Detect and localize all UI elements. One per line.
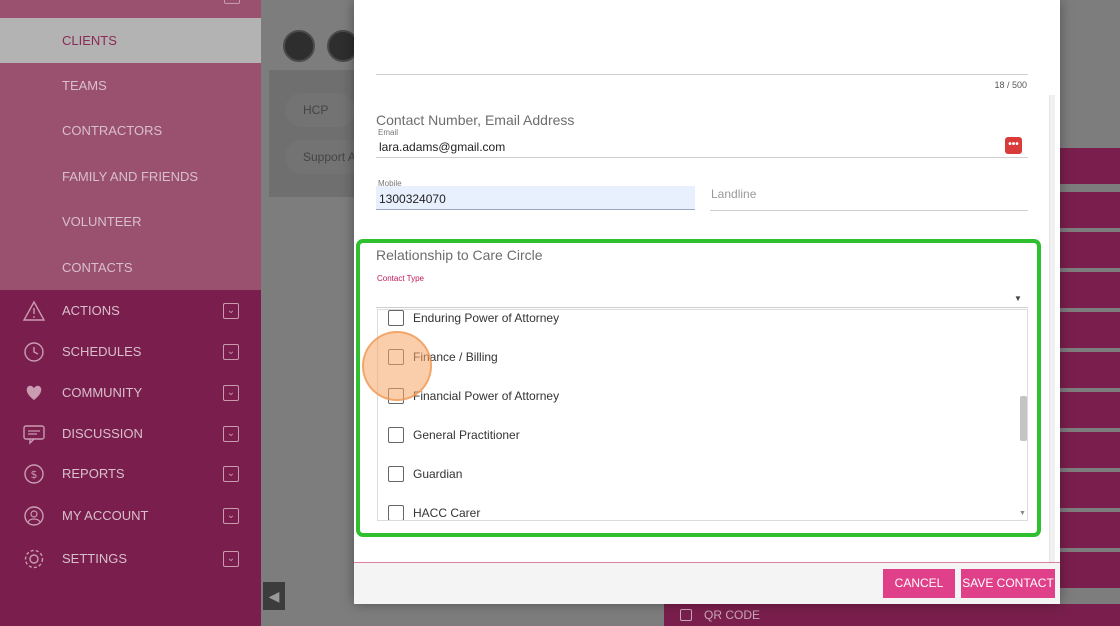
option-label: Finance / Billing [413,350,498,364]
modal-scrollbar[interactable] [1049,95,1055,565]
clients-submenu: CLIENTS TEAMS CONTRACTORS FAMILY AND FRI… [0,0,261,290]
email-label: Email [378,128,399,137]
password-manager-icon[interactable]: ••• [1005,137,1022,154]
background-row [1060,472,1120,508]
heart-hands-icon [22,382,46,404]
chevron-down-icon[interactable]: ⌄ [223,466,239,482]
option-enduring-power-of-attorney[interactable]: Enduring Power of Attorney [388,310,560,328]
sidebar-subitem-contractors[interactable]: CONTRACTORS [0,108,261,153]
sidebar-item-actions[interactable]: ACTIONS ⌄ [0,290,261,331]
list-scrollbar-thumb[interactable] [1020,396,1027,441]
mobile-label: Mobile [378,179,402,188]
user-icon [22,505,46,527]
background-row [1060,432,1120,468]
sidebar-subitem-clients[interactable]: CLIENTS [0,18,261,63]
chevron-down-icon[interactable]: ⌄ [223,385,239,401]
collapse-sidebar-button[interactable]: ◀ [263,582,285,610]
sidebar-item-reports[interactable]: $ REPORTS ⌄ [0,453,261,494]
character-counter: 18 / 500 [994,80,1027,90]
background-row [1060,312,1120,348]
qr-code-label: QR CODE [704,608,761,622]
background-row [1060,272,1120,308]
option-hacc-carer[interactable]: HACC Carer [388,503,481,520]
sidebar-item-label: SCHEDULES [62,344,142,359]
clock-icon [22,341,46,363]
chip-hcp[interactable]: HCP [285,93,355,127]
landline-underline [710,210,1028,211]
sidebar-item-discussion[interactable]: DISCUSSION ⌄ [0,413,261,454]
chevron-down-icon[interactable] [224,0,240,4]
sidebar-item-settings[interactable]: SETTINGS ⌄ [0,538,261,579]
landline-field[interactable]: Landline [711,187,756,201]
contact-type-options-list[interactable]: Enduring Power of Attorney Finance / Bil… [377,309,1028,521]
option-label: HACC Carer [413,506,481,520]
email-underline [376,157,1028,158]
sidebar-subitem-teams[interactable]: TEAMS [0,63,261,108]
option-label: General Practitioner [413,428,520,442]
option-guardian[interactable]: Guardian [388,464,462,484]
checkbox[interactable] [388,427,404,443]
chevron-down-icon[interactable]: ⌄ [223,426,239,442]
sidebar-item-community[interactable]: COMMUNITY ⌄ [0,372,261,413]
chat-icon [22,423,46,445]
sidebar-item-label: COMMUNITY [62,385,143,400]
email-field[interactable]: lara.adams@gmail.com [379,140,505,154]
option-label: Guardian [413,467,463,481]
checkbox[interactable] [388,349,404,365]
chevron-down-icon[interactable]: ⌄ [223,508,239,524]
sidebar-item-label: SETTINGS [62,551,128,566]
qr-code-item[interactable]: QR CODE [664,604,1120,626]
chevron-down-icon[interactable]: ⌄ [223,551,239,567]
sidebar-item-my-account[interactable]: MY ACCOUNT ⌄ [0,495,261,536]
option-label: Enduring Power of Attorney [413,311,560,325]
chat-bubbles-icon[interactable] [283,30,315,62]
sidebar-item-label: REPORTS [62,466,125,481]
sidebar-subitem-contacts[interactable]: CONTACTS [0,245,261,290]
chevron-down-icon[interactable]: ⌄ [223,303,239,319]
dollar-icon: $ [22,463,46,485]
mobile-field[interactable]: 1300324070 [379,192,446,206]
contact-type-label: Contact Type [377,274,424,283]
cancel-button[interactable]: CANCEL [883,569,955,598]
dropdown-arrow-icon[interactable]: ▼ [1014,294,1022,303]
background-row [1060,552,1120,588]
background-row [1060,392,1120,428]
chevron-down-icon[interactable]: ⌄ [223,344,239,360]
contact-section-title: Contact Number, Email Address [376,112,575,128]
option-finance-billing[interactable]: Finance / Billing [388,347,498,367]
svg-text:$: $ [31,468,38,481]
contact-type-select[interactable] [376,307,1028,308]
sidebar-item-label: DISCUSSION [62,426,143,441]
option-label: Financial Power of Attorney [413,389,560,403]
warning-icon [22,300,46,322]
checkbox[interactable] [388,310,404,326]
sidebar-item-schedules[interactable]: SCHEDULES ⌄ [0,331,261,372]
chip-support[interactable]: Support A [285,140,365,174]
checkbox-icon [680,609,692,621]
option-financial-power-of-attorney[interactable]: Financial Power of Attorney [388,386,559,406]
notes-field-underline [376,74,1028,75]
checkbox[interactable] [388,388,404,404]
background-row [1060,512,1120,548]
sidebar-subitem-family-and-friends[interactable]: FAMILY AND FRIENDS [0,154,261,199]
gear-icon [22,548,46,570]
save-contact-button[interactable]: SAVE CONTACT [961,569,1055,598]
relationship-section-title: Relationship to Care Circle [376,247,543,263]
scroll-down-arrow-icon[interactable]: ▼ [1019,510,1026,517]
option-general-practitioner[interactable]: General Practitioner [388,425,520,445]
background-row [1060,192,1120,228]
background-row [1060,148,1120,184]
sidebar-item-label: ACTIONS [62,303,120,318]
checkbox[interactable] [388,466,404,482]
checkbox[interactable] [388,505,404,520]
sidebar-subitem-volunteer[interactable]: VOLUNTEER [0,199,261,244]
sidebar: CLIENTS TEAMS CONTRACTORS FAMILY AND FRI… [0,0,261,626]
sidebar-item-label: MY ACCOUNT [62,508,149,523]
background-row [1060,352,1120,388]
background-row [1060,232,1120,268]
